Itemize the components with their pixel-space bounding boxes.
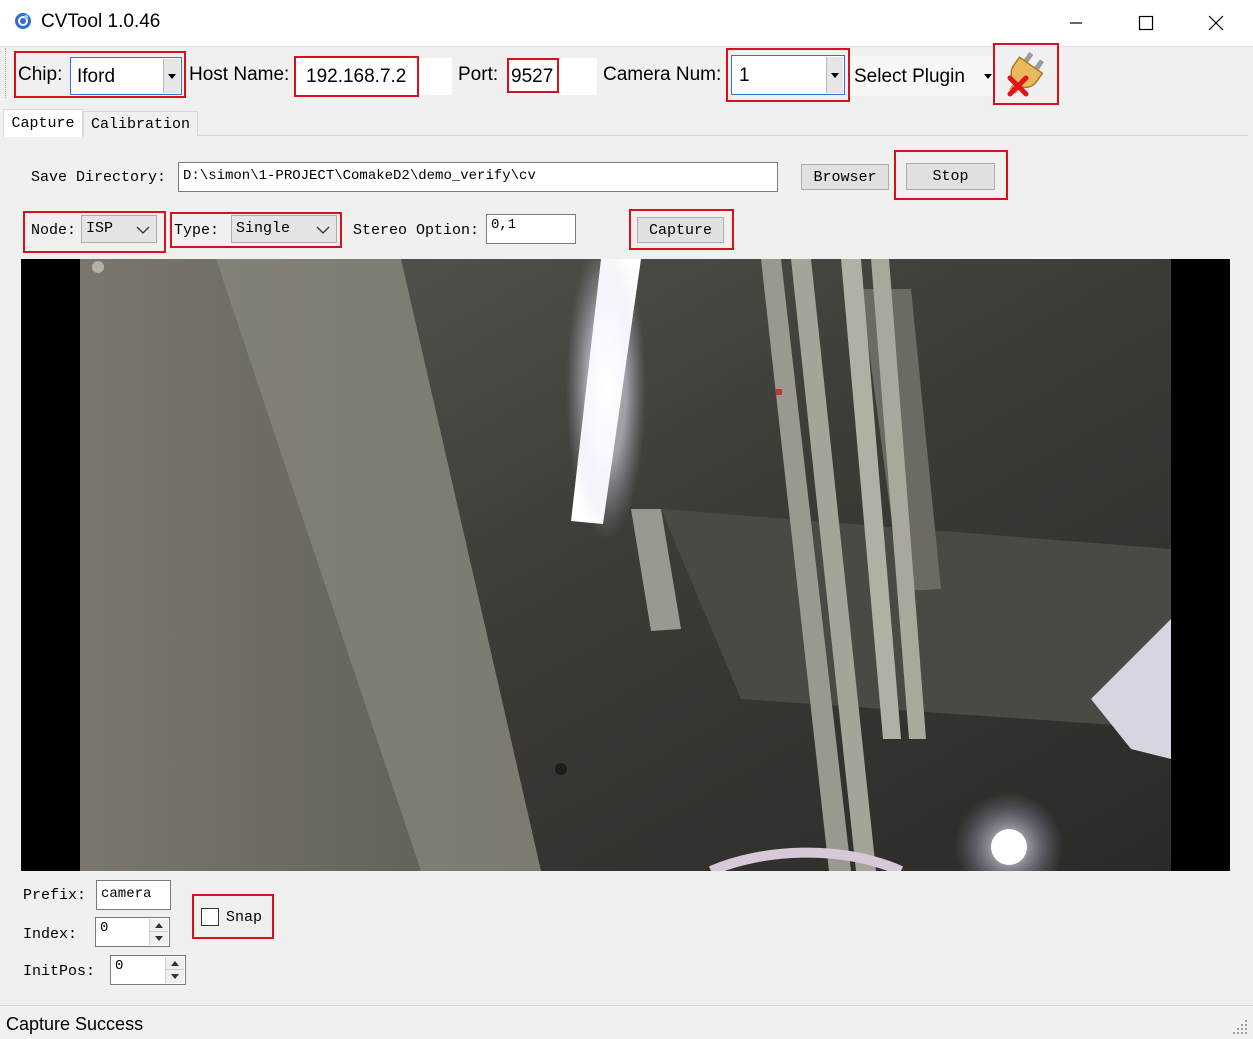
snap-label: Snap: [226, 909, 263, 926]
host-label: Host Name:: [189, 64, 290, 85]
plugin-connect-button[interactable]: [1000, 48, 1052, 100]
status-text: Capture Success: [6, 1014, 144, 1034]
index-decrement[interactable]: [150, 932, 168, 945]
node-value: ISP: [86, 220, 114, 237]
chevron-down-icon: [984, 74, 992, 79]
browser-button[interactable]: Browser: [801, 164, 889, 190]
initpos-decrement[interactable]: [166, 970, 184, 983]
camera-num-combo[interactable]: 1: [731, 55, 845, 95]
host-highlight: [294, 56, 419, 97]
node-label: Node:: [31, 222, 77, 239]
camera-preview: [21, 259, 1230, 871]
title-bar: CVTool 1.0.46: [0, 0, 1253, 46]
tab-calibration-label: Calibration: [90, 115, 191, 133]
chevron-down-icon: [316, 226, 330, 234]
node-select[interactable]: ISP: [81, 215, 157, 243]
minimize-icon: [1070, 22, 1082, 24]
tab-calibration[interactable]: Calibration: [83, 111, 198, 136]
camera-num-value: 1: [739, 65, 750, 86]
prefix-label: Prefix:: [23, 887, 87, 904]
index-value: 0: [100, 920, 109, 936]
initpos-increment[interactable]: [166, 957, 184, 970]
camera-frame-image: [80, 259, 1171, 871]
chip-value: Iford: [77, 66, 116, 87]
title-divider: [0, 46, 1253, 47]
initpos-stepper[interactable]: 0: [110, 955, 186, 985]
arrow-up-icon: [155, 922, 163, 928]
index-label: Index:: [23, 926, 78, 943]
index-stepper[interactable]: 0: [95, 917, 170, 947]
resize-grip-icon[interactable]: [1231, 1018, 1249, 1036]
type-label: Type:: [174, 222, 220, 239]
disconnected-plug-icon: [1007, 52, 1044, 97]
window-title: CVTool 1.0.46: [41, 11, 161, 32]
chevron-down-icon: [831, 72, 839, 78]
save-directory-input[interactable]: D:\simon\1-PROJECT\ComakeD2\demo_verify\…: [178, 162, 778, 192]
type-value: Single: [236, 220, 291, 237]
plugin-label: Select Plugin: [854, 66, 965, 87]
plugin-combo[interactable]: Select Plugin: [850, 56, 996, 96]
chevron-down-icon: [168, 73, 176, 79]
camera-num-dropdown-arrow[interactable]: [826, 57, 843, 93]
stop-button[interactable]: Stop: [906, 163, 995, 190]
camera-num-label: Camera Num:: [603, 64, 722, 85]
tab-capture-label: Capture: [11, 115, 75, 132]
arrow-up-icon: [171, 960, 179, 966]
initpos-label: InitPos:: [23, 963, 96, 980]
close-icon: [1208, 15, 1224, 31]
tab-capture[interactable]: Capture: [3, 109, 83, 137]
index-increment[interactable]: [150, 919, 168, 932]
minimize-button[interactable]: [1041, 0, 1111, 46]
chip-dropdown-arrow[interactable]: [163, 59, 180, 93]
initpos-value: 0: [115, 958, 124, 974]
stereo-option-label: Stereo Option:: [353, 222, 480, 239]
toolbar-grip: [5, 48, 9, 98]
maximize-icon: [1138, 15, 1154, 31]
prefix-input[interactable]: camera: [96, 880, 171, 910]
initpos-spin-buttons[interactable]: [165, 957, 184, 983]
snap-checkbox[interactable]: [201, 908, 219, 926]
status-bar: Capture Success: [0, 1005, 1253, 1039]
type-select[interactable]: Single: [231, 215, 337, 243]
port-label: Port:: [458, 64, 499, 85]
app-icon: [15, 13, 31, 29]
maximize-button[interactable]: [1111, 0, 1181, 46]
chip-label: Chip:: [18, 64, 63, 85]
arrow-down-icon: [155, 936, 163, 941]
chip-combo[interactable]: Iford: [70, 57, 182, 95]
save-directory-label: Save Directory:: [31, 169, 167, 186]
index-spin-buttons[interactable]: [149, 919, 168, 945]
stereo-option-input[interactable]: 0,1: [486, 214, 576, 244]
arrow-down-icon: [171, 974, 179, 979]
port-highlight: [507, 58, 559, 93]
chevron-down-icon: [136, 226, 150, 234]
close-button[interactable]: [1181, 0, 1251, 46]
capture-button[interactable]: Capture: [637, 217, 724, 243]
